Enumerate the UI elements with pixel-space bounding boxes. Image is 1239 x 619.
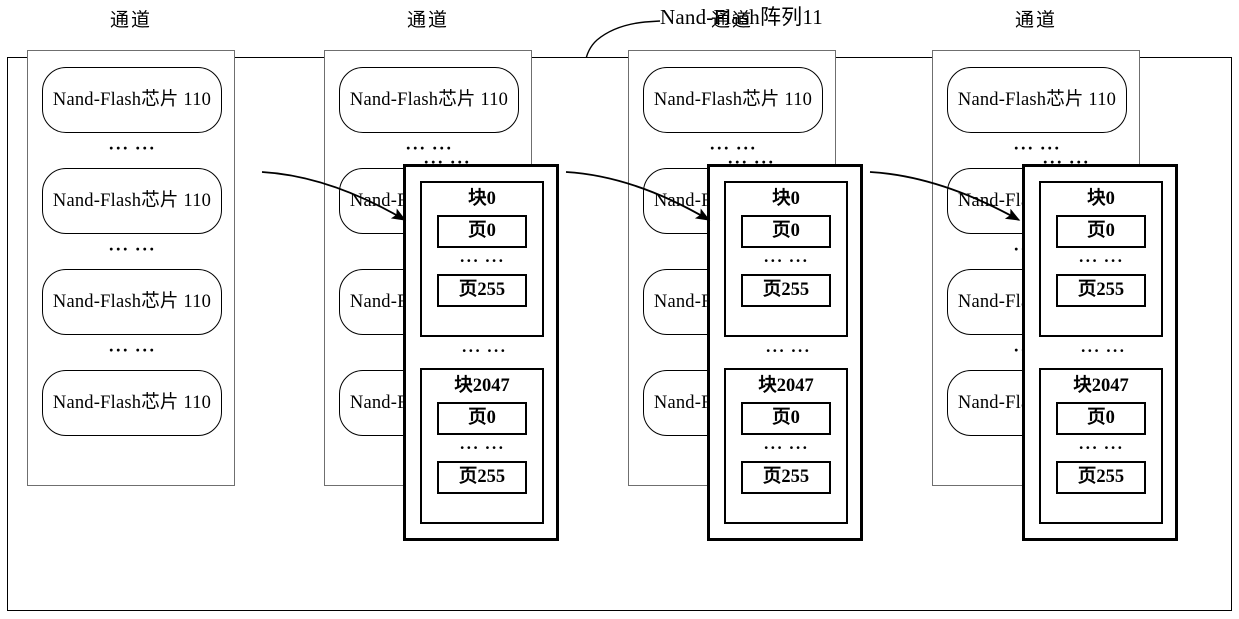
channel-column-3: 通道 Nand-Flash芯片 110 ··· ··· Nand-Flash芯片…: [608, 0, 863, 554]
flash-page[interactable]: 页255: [1056, 274, 1146, 307]
block-detail-panel: 块0 页0 ··· ··· 页255 ··· ··· 块2047 页0 ··· …: [403, 164, 559, 541]
flash-block[interactable]: 块2047 页0 ··· ··· 页255: [1039, 368, 1163, 524]
channel-label: 通道: [109, 10, 152, 31]
page-ellipsis: ··· ···: [1078, 251, 1124, 270]
block-ellipsis: ··· ···: [765, 341, 811, 360]
page-label: 页255: [762, 467, 810, 487]
flash-page[interactable]: 页255: [437, 461, 527, 494]
nand-flash-chip[interactable]: Nand-Flash芯片 110: [42, 168, 222, 234]
flash-page[interactable]: 页255: [741, 461, 831, 494]
flash-page[interactable]: 页0: [741, 215, 831, 248]
chip-label: Nand-Flash芯片 110: [52, 90, 212, 110]
chip-label: Nand-Flash芯片 110: [52, 292, 212, 312]
channel-column-2: 通道 Nand-Flash芯片 110 ··· ··· Nand-Flash芯片…: [304, 0, 559, 554]
page-label: 页0: [1087, 221, 1115, 241]
block-label: 块2047: [454, 376, 510, 396]
chip-ellipsis: ··· ···: [108, 340, 156, 360]
block-ellipsis: ··· ···: [1080, 341, 1126, 360]
page-ellipsis: ··· ···: [1078, 438, 1124, 457]
chip-label: Nand-Flash芯片 110: [52, 393, 212, 413]
flash-block[interactable]: 块0 页0 ··· ··· 页255: [1039, 181, 1163, 337]
channel-column-4: 通道 Nand-Flash芯片 110 ··· ··· Nand-Flash芯片…: [912, 0, 1178, 554]
page-label: 页0: [772, 221, 800, 241]
page-ellipsis: ··· ···: [763, 438, 809, 457]
block-label: 块0: [468, 189, 496, 209]
page-label: 页255: [1077, 467, 1125, 487]
channel-inner-box: Nand-Flash芯片 110 ··· ··· Nand-Flash芯片 11…: [27, 50, 235, 486]
block-label: 块0: [772, 189, 800, 209]
detail-top-ellipsis: ··· ···: [423, 152, 471, 172]
channel-label: 通道: [710, 10, 753, 31]
page-ellipsis: ··· ···: [459, 438, 505, 457]
page-label: 页0: [468, 221, 496, 241]
page-label: 页255: [762, 280, 810, 300]
chip-label: Nand-Flash芯片 110: [349, 90, 509, 110]
block-detail-panel: 块0 页0 ··· ··· 页255 ··· ··· 块2047 页0 ··· …: [707, 164, 863, 541]
flash-block[interactable]: 块2047 页0 ··· ··· 页255: [724, 368, 848, 524]
chip-label: Nand-Flash芯片 110: [653, 90, 813, 110]
page-label: 页0: [1087, 408, 1115, 428]
nand-flash-chip[interactable]: Nand-Flash芯片 110: [42, 67, 222, 133]
block-label: 块0: [1087, 189, 1115, 209]
nand-flash-array-figure: Nand-Flash阵列11 通道 Nand-Flash芯片 110 ··· ·…: [0, 0, 1239, 619]
chip-ellipsis: ··· ···: [108, 138, 156, 158]
page-label: 页255: [1077, 280, 1125, 300]
block-label: 块2047: [758, 376, 814, 396]
chip-ellipsis: ··· ···: [108, 239, 156, 259]
block-label: 块2047: [1073, 376, 1129, 396]
block-ellipsis: ··· ···: [461, 341, 507, 360]
flash-page[interactable]: 页0: [741, 402, 831, 435]
detail-top-ellipsis: ··· ···: [1042, 152, 1090, 172]
nand-flash-chip[interactable]: Nand-Flash芯片 110: [42, 269, 222, 335]
page-label: 页255: [458, 280, 506, 300]
flash-page[interactable]: 页255: [741, 274, 831, 307]
channel-label: 通道: [406, 10, 449, 31]
flash-block[interactable]: 块0 页0 ··· ··· 页255: [724, 181, 848, 337]
page-ellipsis: ··· ···: [763, 251, 809, 270]
channel-label: 通道: [1014, 10, 1057, 31]
nand-flash-chip[interactable]: Nand-Flash芯片 110: [947, 67, 1127, 133]
flash-page[interactable]: 页0: [437, 215, 527, 248]
chip-label: Nand-Flash芯片 110: [52, 191, 212, 211]
flash-page[interactable]: 页0: [1056, 402, 1146, 435]
flash-page[interactable]: 页0: [437, 402, 527, 435]
flash-block[interactable]: 块2047 页0 ··· ··· 页255: [420, 368, 544, 524]
detail-top-ellipsis: ··· ···: [727, 152, 775, 172]
channel-column-1: 通道 Nand-Flash芯片 110 ··· ··· Nand-Flash芯片…: [7, 0, 255, 554]
nand-flash-chip[interactable]: Nand-Flash芯片 110: [339, 67, 519, 133]
page-label: 页0: [772, 408, 800, 428]
page-label: 页0: [468, 408, 496, 428]
flash-page[interactable]: 页255: [437, 274, 527, 307]
flash-page[interactable]: 页0: [1056, 215, 1146, 248]
chip-label: Nand-Flash芯片 110: [957, 90, 1117, 110]
flash-block[interactable]: 块0 页0 ··· ··· 页255: [420, 181, 544, 337]
block-detail-panel: 块0 页0 ··· ··· 页255 ··· ··· 块2047 页0 ··· …: [1022, 164, 1178, 541]
nand-flash-chip[interactable]: Nand-Flash芯片 110: [42, 370, 222, 436]
page-ellipsis: ··· ···: [459, 251, 505, 270]
page-label: 页255: [458, 467, 506, 487]
nand-flash-chip[interactable]: Nand-Flash芯片 110: [643, 67, 823, 133]
flash-page[interactable]: 页255: [1056, 461, 1146, 494]
